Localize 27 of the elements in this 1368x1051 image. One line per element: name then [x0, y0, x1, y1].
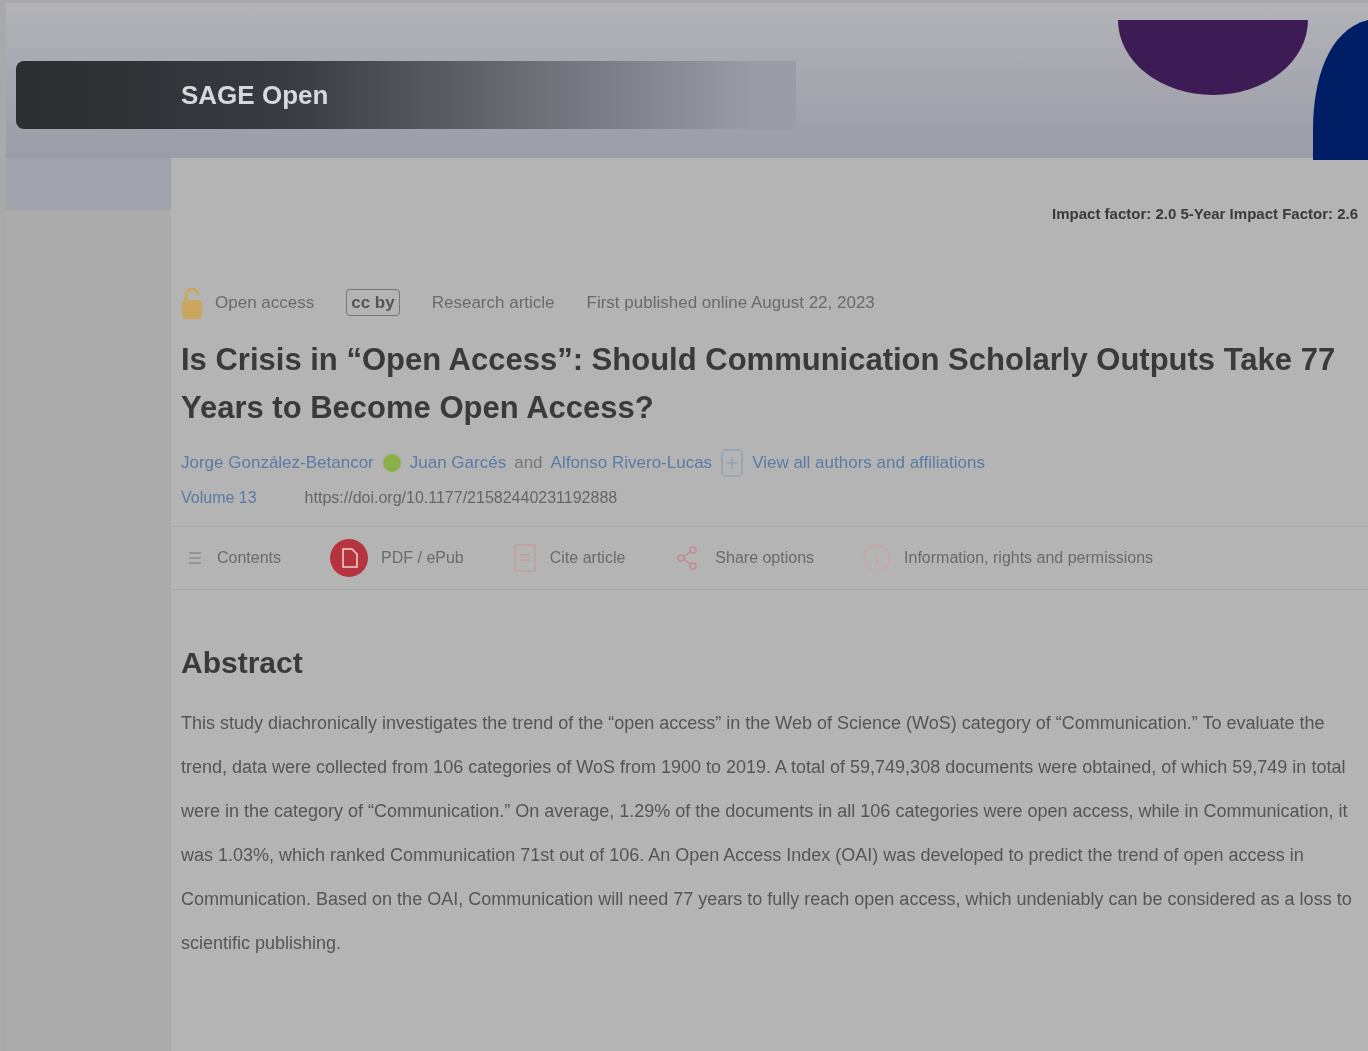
article-title: Is Crisis in “Open Access”: Should Communication Scholarly Outputs Take 77 Years to Become Open Access?	[181, 340, 1337, 427]
article-tab[interactable]: Cite article	[507, 526, 630, 589]
author-link[interactable]: Juan Garcés	[409, 449, 507, 476]
publication-date: First published online August 22, 2023	[586, 291, 875, 314]
quote-icon	[511, 542, 538, 573]
article-tab[interactable]: Information, rights and permissions	[858, 526, 1158, 589]
orcid-icon	[381, 452, 402, 473]
article-type: Research article	[431, 291, 555, 314]
doi-text: https://doi.org/10.1177/21582440231192888	[304, 487, 618, 508]
author-link[interactable]: Alfonso Rivero-Lucas	[550, 449, 713, 476]
lock-icon	[181, 285, 203, 320]
view-authors-link[interactable]: View all authors and affiliations	[752, 449, 985, 476]
journal-title[interactable]: SAGE Open	[181, 75, 329, 115]
document-icon	[329, 537, 370, 578]
volume-link[interactable]: Volume 13	[181, 485, 257, 510]
article-tab[interactable]: Contents	[181, 526, 286, 589]
abstract-heading: Abstract	[181, 644, 304, 681]
impact-factor: Impact factor: 2.0 5-Year Impact Factor: 2.6	[1052, 204, 1358, 224]
article-tab[interactable]: PDF / ePub	[325, 526, 468, 589]
article-tab[interactable]: Share options	[669, 526, 819, 589]
author-separator: and	[514, 451, 543, 474]
abstract-text: This study diachronically investigates the trend of the “open access” in the Web of Science (WoS) category of “Communication.” To evaluate the trend, data were collected from 106 categories of WoS from 1900 to 2019. A total of 59,749,308 documents were obtained, of which 59,749 in total were in the category of “Communication.” On average, 1.29% of the documents in all 106 categories were open access, while in Communication, it was 1.03%, which ranked Communication 71st out of 106. An Open Access Index (OAI) was developed to predict the trend of open access in Communication. Based on the OAI, Communication will need 77 years to fully reach open access, which undeniably can be considered as a loss to scientific publishing.	[181, 711, 1353, 955]
expand-icon	[720, 447, 745, 478]
license-badge[interactable]: cc by	[346, 288, 400, 317]
author-link[interactable]: Jorge González-Betancor	[181, 449, 374, 476]
access-label: Open access	[215, 291, 315, 314]
side-tab[interactable]	[6, 158, 171, 210]
